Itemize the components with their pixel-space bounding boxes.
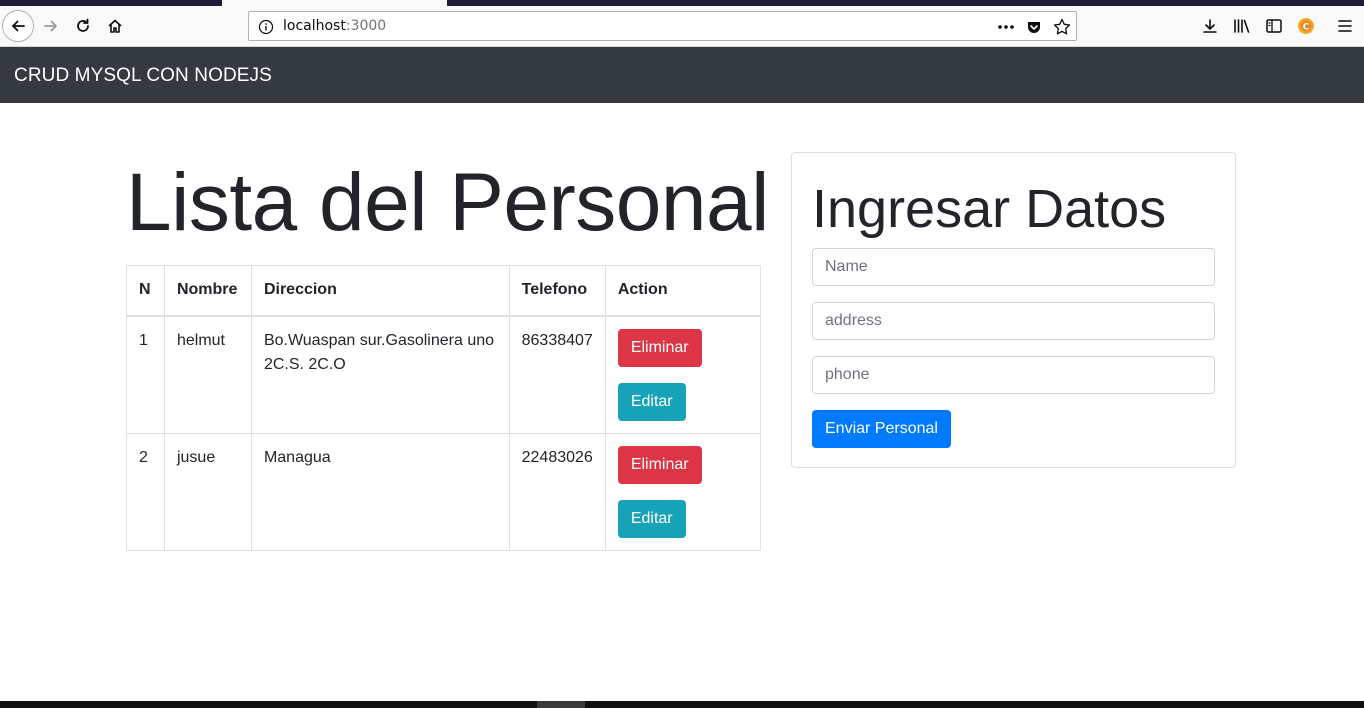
svg-text:C: C — [1303, 23, 1310, 33]
forward-button[interactable] — [35, 10, 67, 42]
taskbar-item[interactable] — [537, 701, 585, 708]
cell-direccion: Managua — [250, 432, 510, 551]
phone-input[interactable] — [812, 356, 1215, 394]
info-icon[interactable] — [258, 19, 274, 40]
download-icon — [1203, 19, 1217, 33]
back-button[interactable] — [2, 10, 34, 42]
table-row: 1 helmut Bo.Wuaspan sur.Gasolinera uno 2… — [126, 315, 762, 434]
url-port: :3000 — [345, 18, 387, 34]
navbar: CRUD MYSQL CON NODEJS — [0, 47, 1364, 103]
address-input[interactable] — [812, 302, 1215, 340]
url-bar[interactable]: localhost:3000 — [248, 11, 1077, 41]
extension-icon: C — [1298, 18, 1314, 34]
reload-icon — [77, 18, 89, 32]
cell-nombre: helmut — [163, 315, 252, 434]
browser-toolbar: localhost:3000 C — [0, 6, 1364, 47]
cell-telefono: 86338407 — [508, 315, 606, 434]
url-host: localhost — [283, 18, 346, 34]
url-text[interactable]: localhost:3000 — [283, 18, 386, 34]
cell-n: 1 — [126, 315, 165, 434]
edit-button[interactable]: Editar — [617, 382, 686, 421]
column-header-action: Action — [604, 265, 762, 317]
cell-nombre: jusue — [163, 432, 252, 551]
pocket-icon[interactable] — [1025, 18, 1043, 36]
library-button[interactable] — [1226, 10, 1258, 42]
download-button[interactable] — [1194, 10, 1226, 42]
sidebar-button[interactable] — [1258, 10, 1290, 42]
page-actions-icon[interactable] — [997, 18, 1015, 36]
home-button[interactable] — [99, 10, 131, 42]
reload-button[interactable] — [67, 10, 99, 42]
list-title: Lista del Personal — [126, 157, 769, 248]
column-header-telefono: Telefono — [508, 265, 606, 317]
name-input[interactable] — [812, 248, 1215, 286]
os-taskbar — [0, 701, 1364, 708]
column-header-n: N — [126, 265, 165, 317]
library-icon — [1234, 19, 1250, 33]
navbar-brand[interactable]: CRUD MYSQL CON NODEJS — [14, 65, 272, 87]
form-title: Ingresar Datos — [812, 179, 1167, 239]
back-icon — [12, 20, 25, 32]
delete-button[interactable]: Eliminar — [617, 328, 702, 367]
cell-n: 2 — [126, 432, 165, 551]
table-header-row: N Nombre Direccion Telefono Action — [126, 265, 762, 317]
menu-button[interactable] — [1329, 10, 1361, 42]
delete-button[interactable]: Eliminar — [617, 445, 702, 484]
cell-telefono: 22483026 — [508, 432, 606, 551]
column-header-nombre: Nombre — [163, 265, 252, 317]
edit-button[interactable]: Editar — [617, 499, 686, 538]
forward-icon — [44, 20, 57, 32]
cell-actions: Eliminar Editar — [604, 432, 762, 551]
column-header-direccion: Direccion — [250, 265, 510, 317]
submit-button[interactable]: Enviar Personal — [812, 410, 951, 448]
table-row: 2 jusue Managua 22483026 Eliminar Editar — [126, 432, 762, 551]
home-icon — [108, 19, 122, 33]
data-entry-card: Ingresar Datos Enviar Personal — [791, 152, 1236, 468]
cell-direccion: Bo.Wuaspan sur.Gasolinera uno 2C.S. 2C.O — [250, 315, 510, 434]
sidebar-icon — [1266, 19, 1282, 33]
bookmark-star-icon[interactable] — [1053, 18, 1071, 36]
staff-table: N Nombre Direccion Telefono Action 1 hel… — [126, 265, 762, 551]
cell-actions: Eliminar Editar — [604, 315, 762, 434]
menu-icon — [1338, 20, 1352, 32]
extension-button[interactable]: C — [1290, 10, 1322, 42]
